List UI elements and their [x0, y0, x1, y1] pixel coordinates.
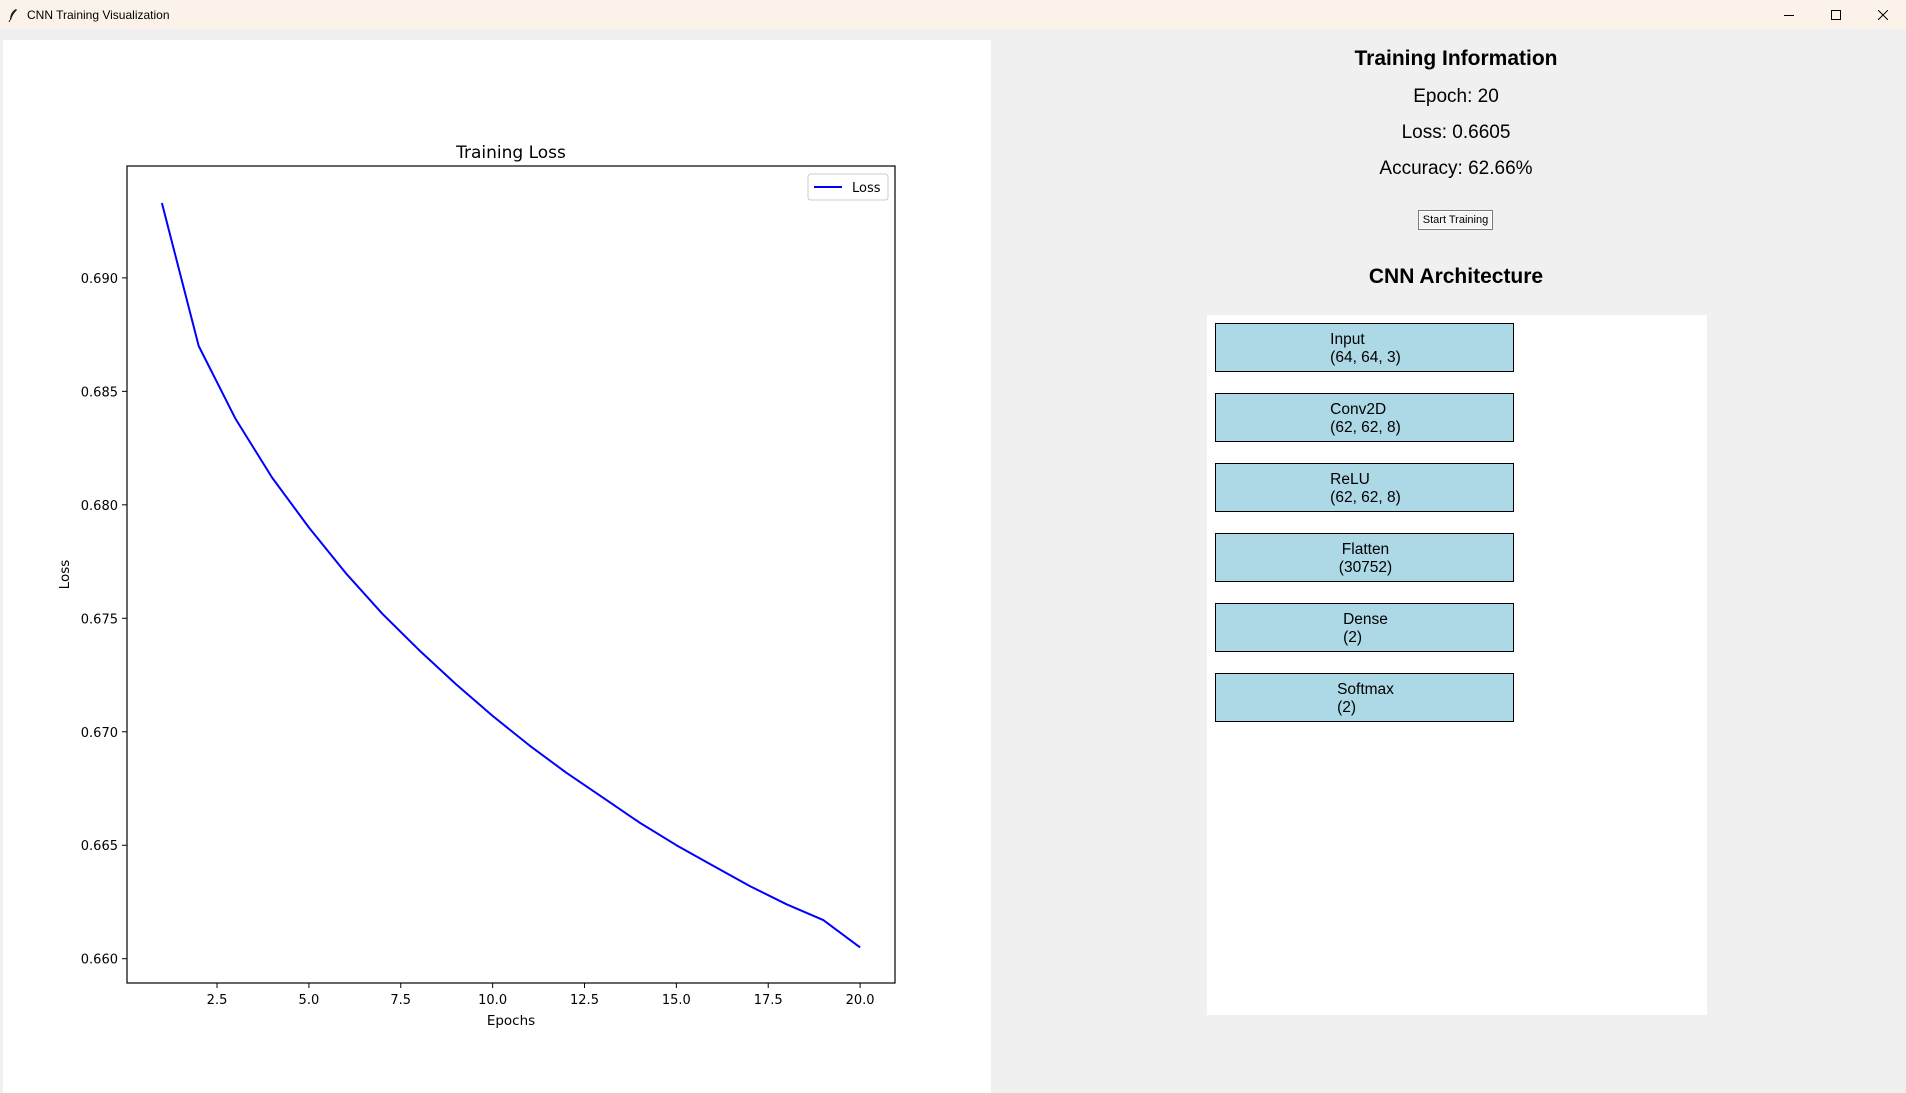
layer-name: Conv2D: [1330, 401, 1387, 418]
layer-box-flatten: Flatten (30752): [1215, 533, 1514, 582]
layer-shape: (2): [1343, 629, 1363, 646]
y-tick-label: 0.665: [81, 839, 118, 854]
chart-title: Training Loss: [455, 143, 566, 163]
x-tick-label: 10.0: [478, 993, 507, 1008]
accuracy-label: Accuracy: 62.66%: [1379, 158, 1533, 179]
layer-box-dense: Dense (2): [1215, 603, 1514, 652]
layer-name: Dense: [1343, 611, 1388, 628]
layer-box-conv2d: Conv2D (62, 62, 8): [1215, 393, 1514, 442]
layer-name: ReLU: [1330, 471, 1370, 488]
loss-series-line: [160, 202, 861, 949]
layer-name: Softmax: [1337, 681, 1394, 698]
feather-icon: [4, 6, 22, 24]
x-tick-label: 12.5: [570, 993, 599, 1008]
architecture-title: CNN Architecture: [1368, 265, 1544, 288]
start-training-button[interactable]: Start Training: [1418, 210, 1493, 230]
architecture-canvas: Input (64, 64, 3) Conv2D (62, 62, 8) ReLU(…: [1207, 315, 1707, 1015]
x-tick-label: 5.0: [299, 993, 320, 1008]
y-tick-label: 0.660: [81, 953, 118, 968]
loss-plot-panel: Training Loss 2.5 5.0 7.5 10.0 12.5 15.0 17.5 20…: [3, 40, 991, 1093]
x-tick-label: 20.0: [846, 993, 875, 1008]
training-info-panel: Training Information Epoch: 20 Loss: 0.6…: [991, 29, 1906, 1093]
y-tick-label: 0.675: [81, 612, 118, 627]
legend-label: Loss: [852, 181, 881, 196]
x-tick-label: 17.5: [754, 993, 783, 1008]
close-icon: [1877, 9, 1888, 20]
window-title: CNN Training Visualization: [27, 7, 170, 22]
layer-box-input: Input (64, 64, 3): [1215, 323, 1514, 372]
window-controls: [1765, 0, 1906, 29]
minimize-button[interactable]: [1765, 0, 1812, 29]
layer-shape: (30752): [1338, 559, 1393, 576]
y-tick-label: 0.670: [81, 726, 118, 741]
y-tick-label: 0.690: [81, 272, 118, 287]
training-info-title: Training Information: [1354, 47, 1558, 70]
layer-shape: (62, 62, 8): [1330, 489, 1401, 506]
layer-shape: (2): [1337, 699, 1357, 716]
close-button[interactable]: [1859, 0, 1906, 29]
maximize-button[interactable]: [1812, 0, 1859, 29]
x-tick-label: 2.5: [207, 993, 228, 1008]
x-tick-label: 15.0: [662, 993, 691, 1008]
window-titlebar: CNN Training Visualization: [0, 0, 1906, 29]
y-axis-label: Loss: [57, 560, 73, 590]
loss-label: Loss: 0.6605: [1401, 122, 1511, 143]
layer-box-relu: ReLU (62, 62, 8): [1215, 463, 1514, 512]
y-tick-label: 0.680: [81, 499, 118, 514]
layer-shape: (62, 62, 8): [1330, 419, 1401, 436]
maximize-icon: [1830, 9, 1841, 20]
layer-name: Input: [1330, 331, 1365, 348]
layer-shape: (64, 64, 3): [1330, 349, 1401, 366]
minimize-icon: [1783, 14, 1794, 16]
layer-box-softmax: Softmax (2): [1215, 673, 1514, 722]
epoch-label: Epoch: 20: [1413, 86, 1499, 107]
y-tick-label: 0.685: [81, 385, 118, 400]
x-tick-label: 7.5: [390, 993, 411, 1008]
plot-frame: [126, 165, 896, 984]
loss-chart: Training Loss 2.5 5.0 7.5 10.0 12.5 15.0 17.5 20…: [57, 143, 896, 1029]
x-axis-label: Epochs: [487, 1013, 535, 1029]
layer-name: Flatten: [1341, 541, 1390, 558]
